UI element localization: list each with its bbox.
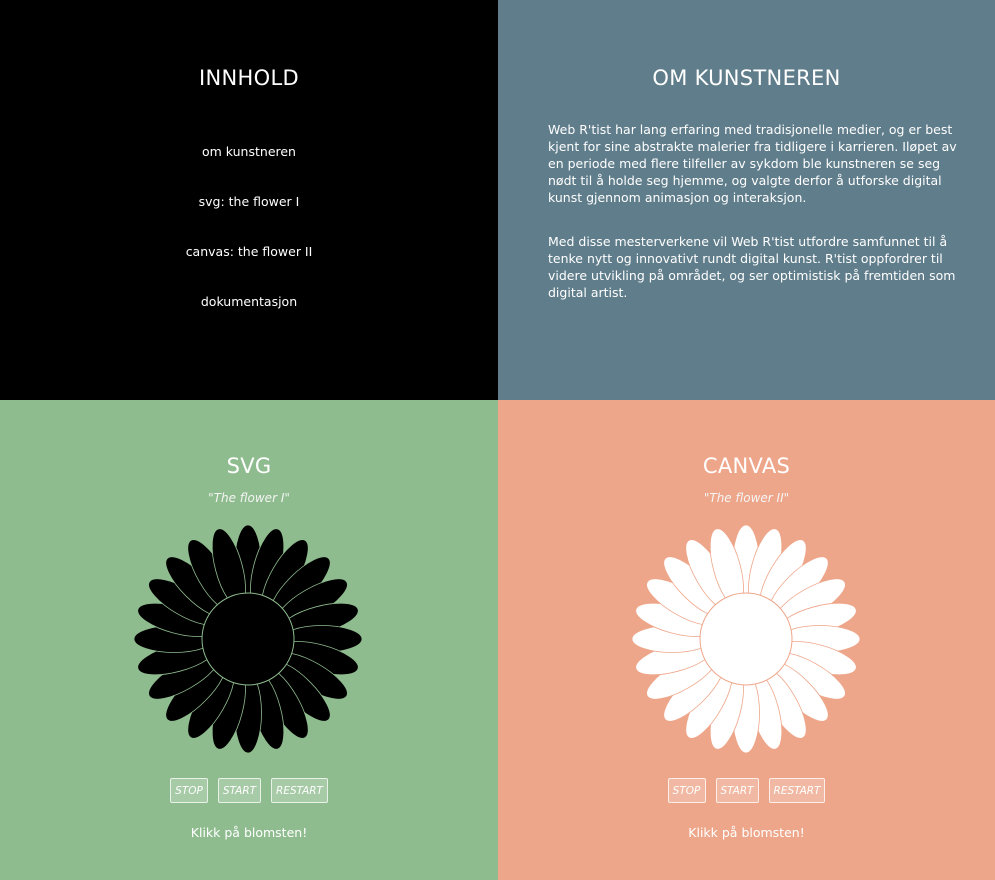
nav-link-about[interactable]: om kunstneren (202, 144, 296, 159)
canvas-start-button[interactable]: START (715, 778, 759, 803)
about-heading: OM KUNSTNEREN (652, 66, 841, 90)
svg-click-hint: Klikk på blomsten! (190, 825, 308, 840)
canvas-heading: CANVAS (702, 454, 791, 478)
canvas-restart-button[interactable]: RESTART (768, 778, 826, 803)
page-grid: INNHOLD om kunstneren svg: the flower I … (0, 0, 995, 880)
about-panel: OM KUNSTNEREN Web R'tist har lang erfari… (498, 0, 995, 400)
svg-heading: SVG (226, 454, 272, 478)
contents-heading: INNHOLD (199, 66, 299, 90)
canvas-panel: CANVAS "The flower II" STOP START RESTAR… (498, 400, 995, 880)
nav-link-svg[interactable]: svg: the flower I (199, 194, 300, 209)
nav-item-documentation: dokumentasjon (0, 293, 498, 343)
canvas-controls: STOP START RESTART (498, 778, 995, 803)
canvas-stop-button[interactable]: STOP (667, 778, 706, 803)
svg-restart-button[interactable]: RESTART (271, 778, 328, 803)
canvas-subtitle: "The flower II" (703, 491, 790, 505)
svg-start-button[interactable]: START (218, 778, 262, 803)
flower-center (201, 592, 295, 686)
svg-subtitle: "The flower I" (208, 491, 290, 505)
canvas-flower[interactable] (631, 524, 861, 754)
nav-item-about: om kunstneren (0, 143, 498, 193)
flower-center (699, 592, 793, 686)
about-text: Web R'tist har lang erfaring med tradisj… (548, 121, 958, 328)
svg-controls: STOP START RESTART (0, 778, 498, 803)
about-paragraph: Web R'tist har lang erfaring med tradisj… (548, 122, 957, 205)
svg-panel: SVG "The flower I" STOP START RESTART Kl… (0, 400, 498, 880)
nav-item-svg: svg: the flower I (0, 193, 498, 243)
svg-flower[interactable] (133, 524, 363, 754)
contents-panel: INNHOLD om kunstneren svg: the flower I … (0, 0, 498, 400)
nav-item-canvas: canvas: the flower II (0, 243, 498, 293)
contents-nav: om kunstneren svg: the flower I canvas: … (0, 143, 498, 343)
svg-stop-button[interactable]: STOP (170, 778, 209, 803)
canvas-click-hint: Klikk på blomsten! (688, 825, 805, 840)
nav-link-canvas[interactable]: canvas: the flower II (186, 244, 313, 259)
about-paragraph: Med disse mesterverkene vil Web R'tist u… (548, 234, 956, 300)
nav-link-documentation[interactable]: dokumentasjon (201, 294, 297, 309)
